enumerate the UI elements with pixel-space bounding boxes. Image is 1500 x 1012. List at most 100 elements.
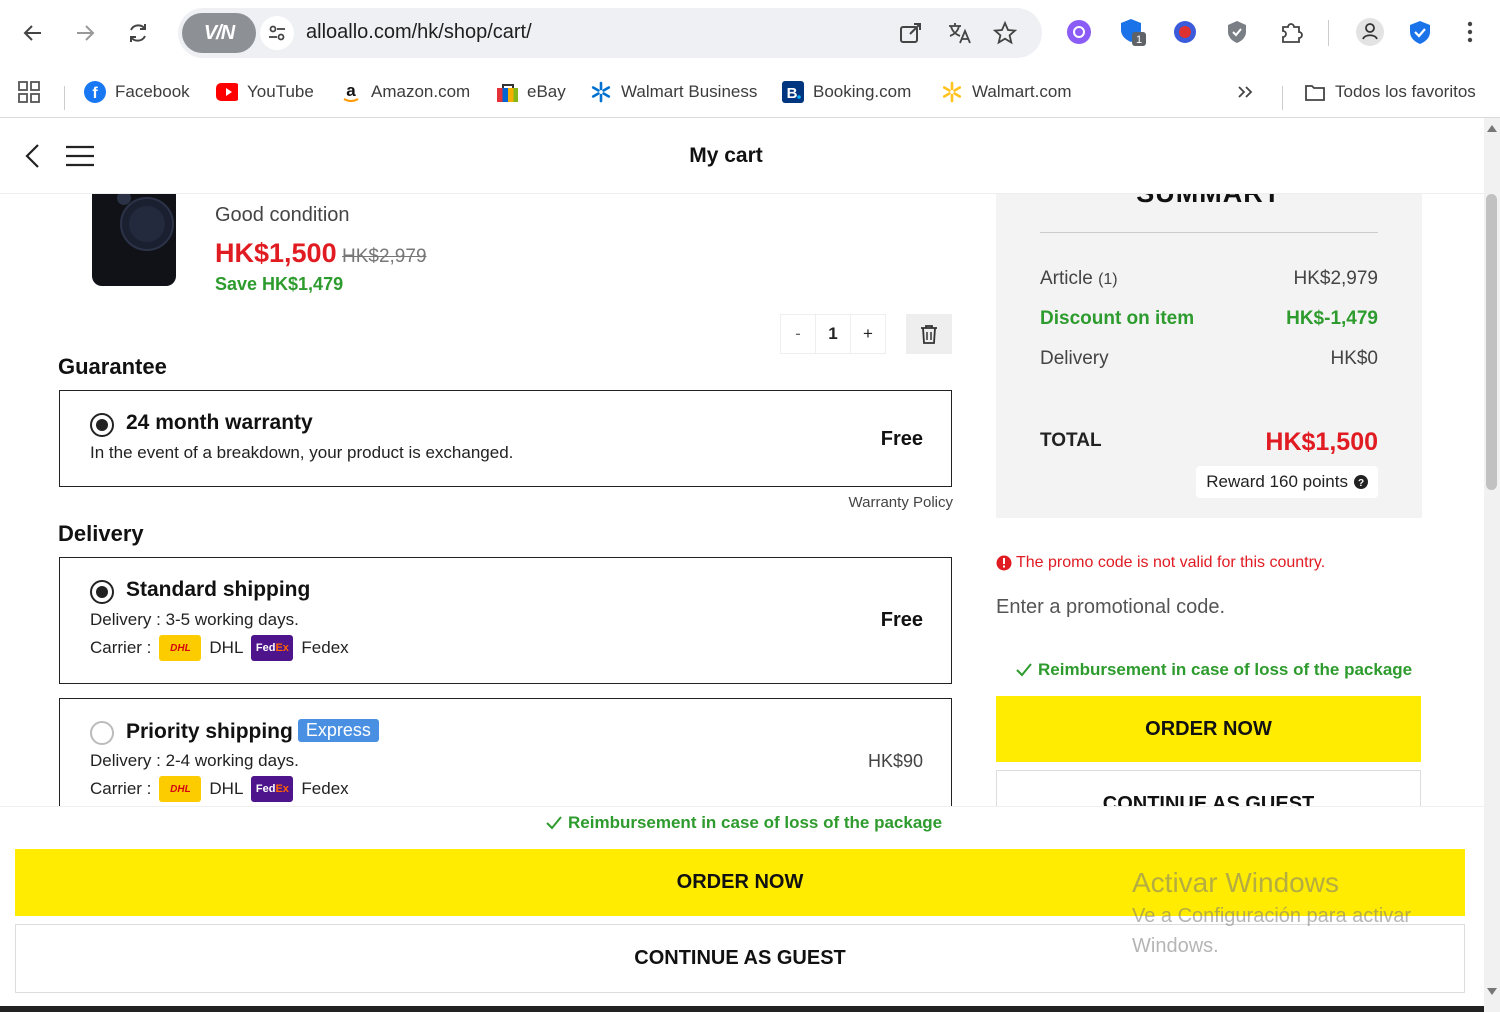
product-image <box>92 194 176 286</box>
priority-shipping-option[interactable]: Priority shipping Express Delivery : 2-4 … <box>59 698 952 806</box>
bookmarks-divider <box>64 86 65 110</box>
bookmark-label: Walmart Business <box>621 82 758 101</box>
qty-value[interactable]: 1 <box>815 315 851 353</box>
quantity-stepper: - 1 + <box>780 314 886 354</box>
delivery-label: Delivery <box>1040 348 1109 369</box>
page-title: My cart <box>689 144 763 167</box>
svg-text:B: B <box>787 85 798 102</box>
toolbar-divider <box>1328 20 1329 46</box>
warranty-title: 24 month warranty <box>126 411 313 434</box>
profile-button[interactable] <box>1354 16 1386 48</box>
shield-check-icon <box>1410 21 1430 44</box>
bookmark-star-button[interactable] <box>990 18 1020 48</box>
vpn-badge[interactable]: V/N <box>182 13 256 53</box>
extension-1[interactable] <box>1063 16 1095 48</box>
bookmark-label: Amazon.com <box>371 82 471 101</box>
trash-icon <box>921 325 937 344</box>
reimbursement-note: Reimbursement in case of loss of the pac… <box>546 813 942 833</box>
extension-3[interactable] <box>1169 16 1201 48</box>
extension-gear-icon <box>1228 21 1246 43</box>
svg-text:?: ? <box>1358 478 1364 489</box>
reload-button[interactable] <box>119 14 157 52</box>
standard-shipping-option[interactable]: Standard shipping Delivery : 3-5 working… <box>59 557 952 684</box>
more-vertical-icon <box>1467 21 1473 43</box>
standard-shipping-radio[interactable] <box>90 580 114 604</box>
promo-error: The promo code is not valid for this cou… <box>996 554 1325 572</box>
share-icon <box>900 23 921 43</box>
extension-4[interactable] <box>1221 16 1253 48</box>
warranty-option[interactable]: 24 month warranty In the event of a brea… <box>59 390 952 487</box>
article-label: Article <box>1040 268 1093 289</box>
app-header: My cart <box>0 118 1484 194</box>
tune-icon <box>269 25 285 41</box>
translate-button[interactable] <box>944 18 974 48</box>
order-now-button[interactable]: ORDER NOW <box>996 696 1421 762</box>
address-bar[interactable]: V/N alloallo.com/hk/shop/cart/ <box>178 8 1042 58</box>
walmart-spark-icon <box>590 81 612 103</box>
translate-icon <box>949 23 971 44</box>
promo-error-text: The promo code is not valid for this cou… <box>1016 554 1326 571</box>
priority-shipping-radio[interactable] <box>90 721 114 745</box>
summary-delivery-row: Delivery HK$0 <box>1040 348 1378 370</box>
warranty-radio[interactable] <box>90 413 114 437</box>
extensions-menu-button[interactable] <box>1275 16 1307 48</box>
extension-2[interactable]: 1 <box>1117 16 1149 48</box>
qty-decrease-button[interactable]: - <box>781 315 815 353</box>
share-button[interactable] <box>896 18 926 48</box>
bookmark-label: Booking.com <box>813 82 912 101</box>
help-icon: ? <box>1354 475 1368 489</box>
discount-value: HK$-1,479 <box>1286 308 1378 329</box>
error-icon <box>996 555 1012 571</box>
phone-camera-graphic <box>117 194 174 251</box>
site-info-button[interactable] <box>260 16 294 50</box>
remove-item-button[interactable] <box>906 314 952 354</box>
bookmark-walmart[interactable]: Walmart.com <box>941 76 1072 108</box>
summary-divider <box>1040 232 1378 233</box>
forward-button[interactable] <box>66 14 104 52</box>
apps-button[interactable] <box>18 76 40 108</box>
page-scrollbar[interactable] <box>1484 118 1500 1012</box>
scrollbar-thumb[interactable] <box>1486 194 1497 490</box>
all-bookmarks-label: Todos los favoritos <box>1335 82 1476 101</box>
youtube-icon <box>216 81 238 103</box>
product-price: HK$1,500 <box>215 238 337 268</box>
continue-as-guest-button[interactable]: CONTINUE AS GUEST <box>15 924 1465 993</box>
bookmark-amazon[interactable]: a Amazon.com <box>340 76 470 108</box>
all-bookmarks-folder[interactable]: Todos los favoritos <box>1304 76 1476 108</box>
sticky-checkout-footer: Reimbursement in case of loss of the pac… <box>0 806 1484 1008</box>
amazon-icon: a <box>340 81 362 103</box>
reward-text: Reward 160 points <box>1206 472 1348 491</box>
scroll-down-arrow-icon <box>1487 988 1497 995</box>
bookmark-booking[interactable]: B Booking.com <box>782 76 911 108</box>
star-icon <box>992 20 1018 45</box>
profile-icon <box>1356 18 1384 46</box>
bookmark-walmart-business[interactable]: Walmart Business <box>590 76 757 108</box>
chevron-double-right-icon <box>1238 86 1253 98</box>
carrier-fedex: Fedex <box>301 638 349 657</box>
warranty-policy-link[interactable]: Warranty Policy <box>700 494 953 511</box>
more-bookmarks-button[interactable] <box>1236 76 1254 108</box>
summary-discount-row: Discount on item HK$-1,479 <box>1040 308 1378 330</box>
article-value: HK$2,979 <box>1293 268 1378 289</box>
svg-text:f: f <box>92 85 98 102</box>
bookmark-label: Walmart.com <box>972 82 1072 101</box>
dhl-logo: DHL <box>159 776 202 802</box>
carrier-row: Carrier : DHL DHL Fed Ex Fedex <box>90 776 349 802</box>
back-button[interactable] <box>14 14 52 52</box>
security-extension[interactable] <box>1404 16 1436 48</box>
total-value: HK$1,500 <box>1265 428 1378 456</box>
arrow-right-icon <box>77 25 95 41</box>
warranty-price: Free <box>880 428 923 450</box>
carrier-fedex: Fedex <box>301 779 349 798</box>
url-text[interactable]: alloallo.com/hk/shop/cart/ <box>306 21 532 44</box>
bookmark-facebook[interactable]: f Facebook <box>84 76 190 108</box>
bookmark-ebay[interactable]: eBay <box>496 76 566 108</box>
bookmark-youtube[interactable]: YouTube <box>216 76 314 108</box>
continue-as-guest-button[interactable]: CONTINUE AS GUEST <box>996 770 1421 806</box>
puzzle-icon <box>1282 23 1303 43</box>
browser-menu-button[interactable] <box>1454 16 1486 48</box>
qty-increase-button[interactable]: + <box>851 315 885 353</box>
dhl-logo: DHL <box>159 635 202 661</box>
reward-points[interactable]: Reward 160 points ? <box>1196 466 1378 498</box>
promo-code-input[interactable]: Enter a promotional code. <box>996 596 1225 619</box>
